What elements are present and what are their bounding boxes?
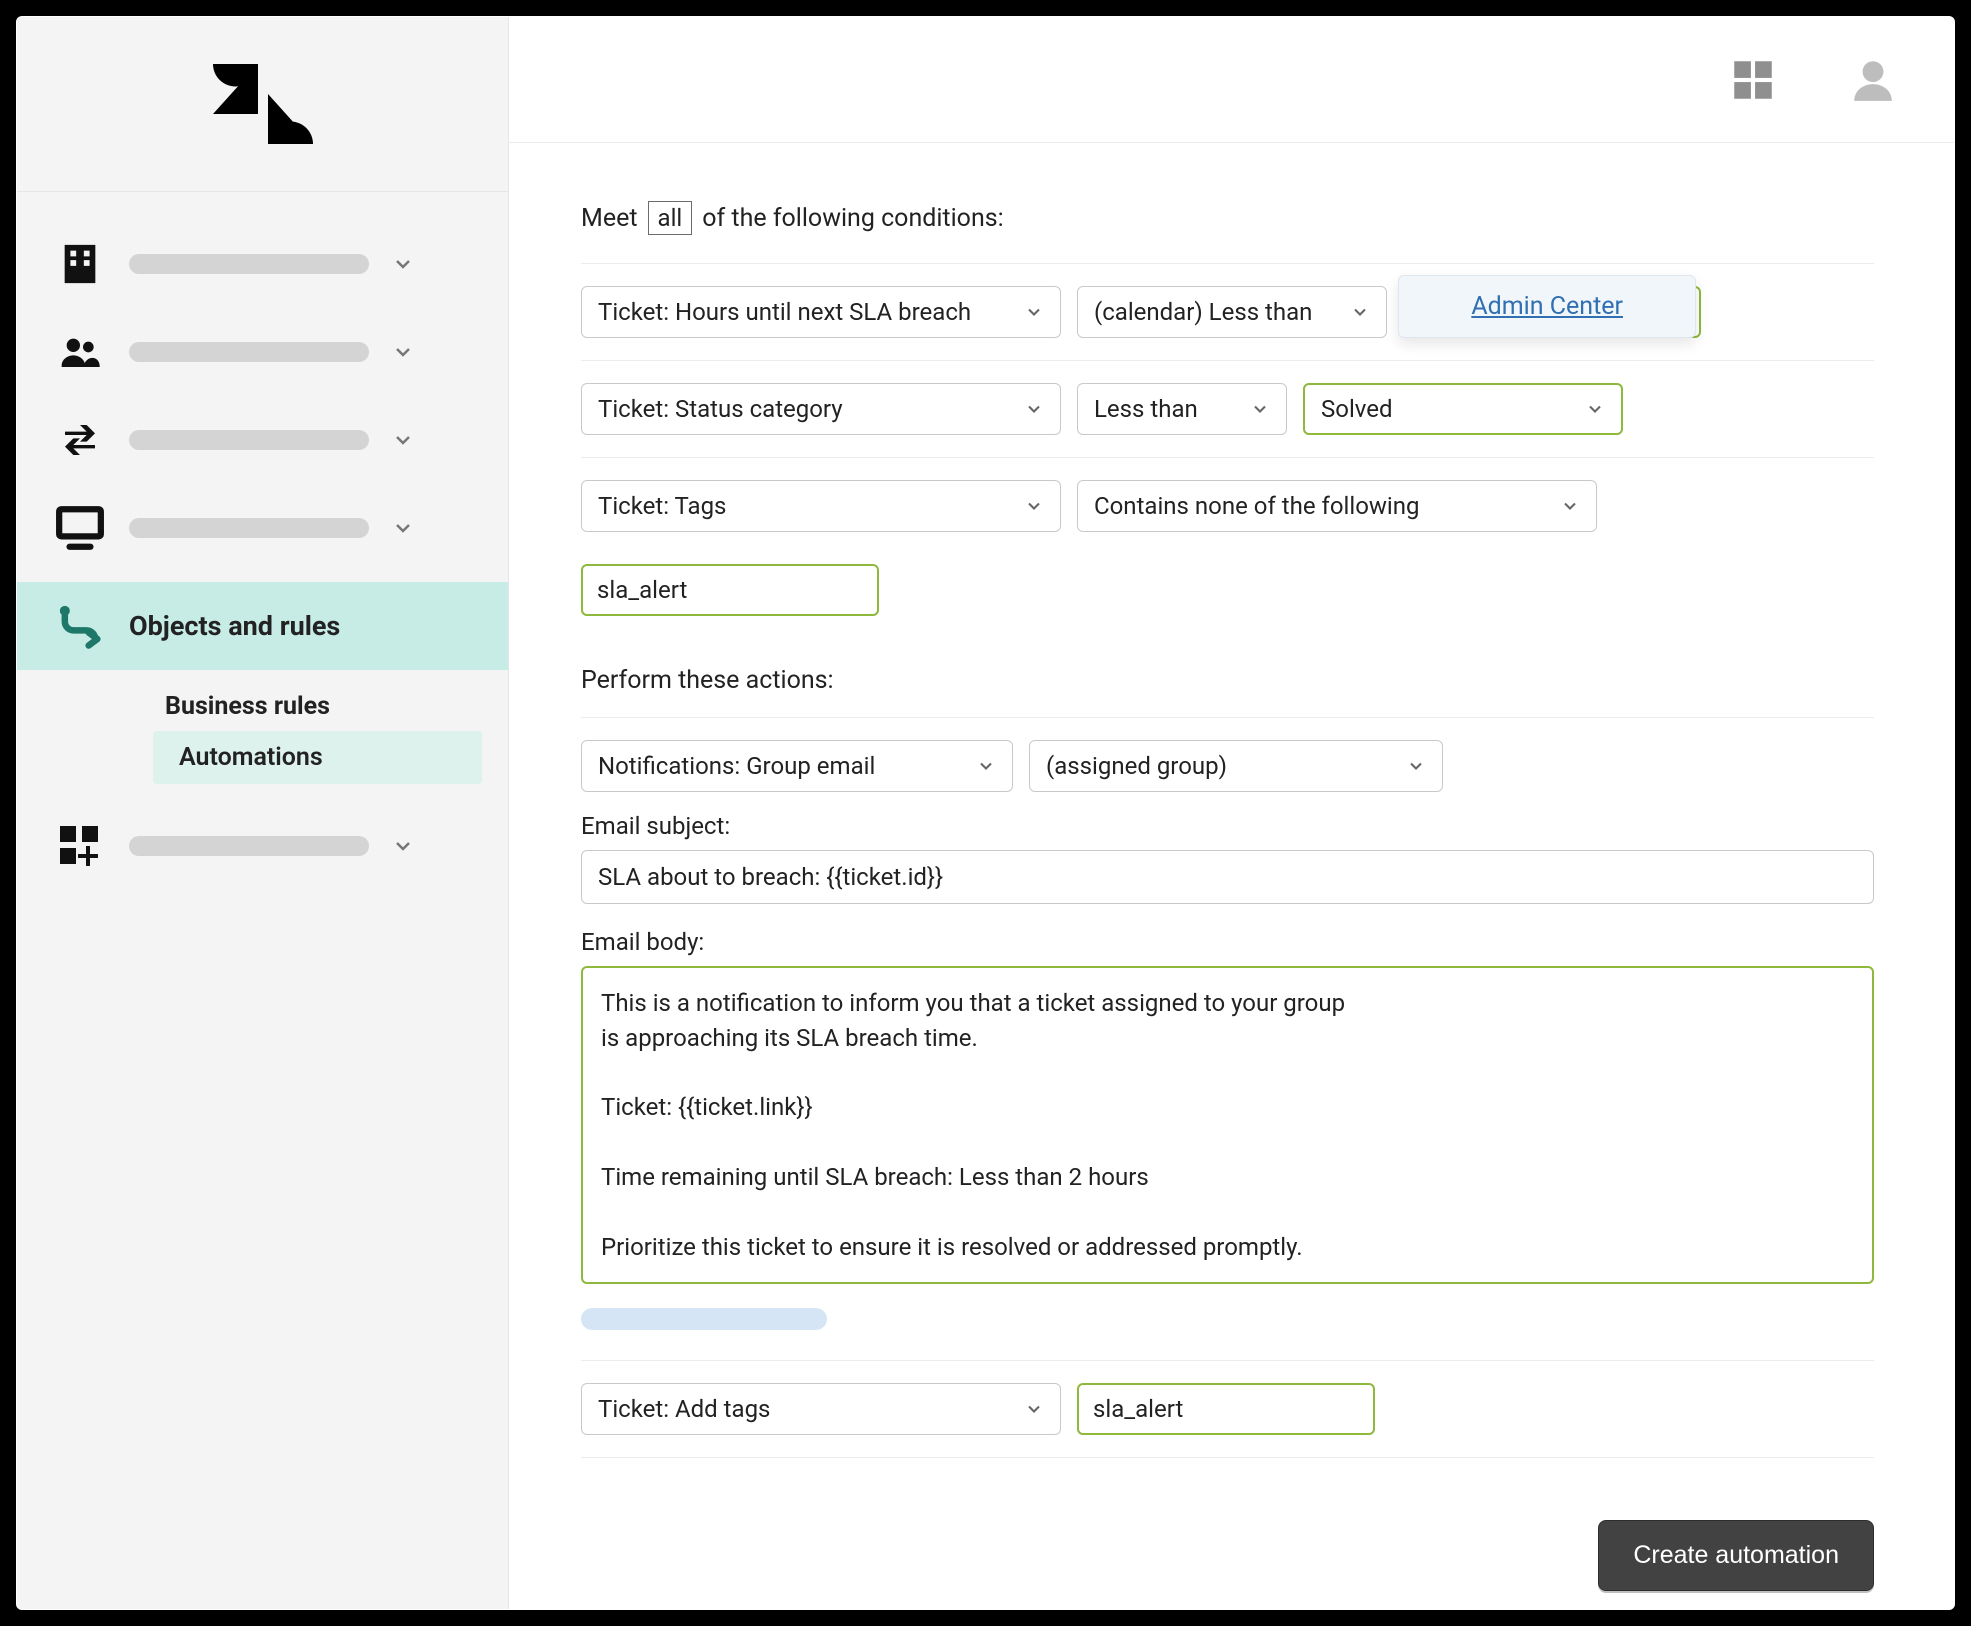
select-value: Ticket: Add tags bbox=[598, 1395, 770, 1423]
select-value: Ticket: Status category bbox=[598, 395, 843, 423]
zendesk-logo-icon bbox=[213, 64, 313, 144]
select-value: (calendar) Less than bbox=[1094, 298, 1312, 326]
input-value: sla_alert bbox=[597, 576, 687, 604]
sidebar-item-label-placeholder bbox=[129, 254, 369, 274]
divider bbox=[581, 717, 1874, 718]
action-row-tags: Ticket: Add tags sla_alert bbox=[581, 1383, 1874, 1435]
chevron-down-icon bbox=[391, 252, 415, 276]
content: Admin Center Meet all of the following c… bbox=[509, 143, 1954, 1609]
sidebar-item-transfers[interactable] bbox=[17, 396, 508, 484]
email-body-label: Email body: bbox=[581, 928, 1874, 956]
placeholder-chip[interactable] bbox=[581, 1308, 827, 1330]
select-value: Less than bbox=[1094, 395, 1198, 423]
input-value: SLA about to breach: {{ticket.id}} bbox=[598, 863, 943, 891]
divider bbox=[581, 360, 1874, 361]
admin-center-link[interactable]: Admin Center bbox=[1471, 292, 1623, 321]
chevron-down-icon bbox=[1560, 496, 1580, 516]
email-body-textarea[interactable]: This is a notification to inform you tha… bbox=[581, 966, 1874, 1284]
sidebar-item-label-placeholder bbox=[129, 836, 369, 856]
divider bbox=[581, 1457, 1874, 1458]
condition-value-select[interactable]: Solved bbox=[1303, 383, 1623, 435]
main: Admin Center Meet all of the following c… bbox=[509, 17, 1954, 1609]
chevron-down-icon bbox=[391, 834, 415, 858]
chevron-down-icon bbox=[976, 756, 996, 776]
chevron-down-icon bbox=[1406, 756, 1426, 776]
monitor-icon bbox=[53, 502, 107, 554]
action-target-select[interactable]: (assigned group) bbox=[1029, 740, 1443, 792]
conditions-heading-post: of the following conditions: bbox=[702, 204, 1003, 233]
create-automation-button[interactable]: Create automation bbox=[1598, 1520, 1874, 1591]
action-field-select[interactable]: Ticket: Add tags bbox=[581, 1383, 1061, 1435]
apps-plus-icon bbox=[53, 820, 107, 872]
sidebar-item-label-placeholder bbox=[129, 430, 369, 450]
condition-row: Ticket: Status category Less than Solved bbox=[581, 383, 1874, 435]
sidebar: Objects and rules Business rules Automat… bbox=[17, 17, 509, 1609]
select-value: Solved bbox=[1321, 395, 1393, 423]
chevron-down-icon bbox=[391, 428, 415, 452]
chevron-down-icon bbox=[1024, 1399, 1044, 1419]
brand-logo-row bbox=[17, 17, 508, 192]
sidebar-item-objects-and-rules[interactable]: Objects and rules bbox=[17, 582, 508, 670]
topbar bbox=[509, 17, 1954, 143]
select-value: Ticket: Hours until next SLA breach bbox=[598, 298, 971, 326]
select-value: Contains none of the following bbox=[1094, 492, 1420, 520]
divider bbox=[581, 457, 1874, 458]
divider bbox=[581, 263, 1874, 264]
actions-heading: Perform these actions: bbox=[581, 666, 1874, 695]
arrows-icon bbox=[53, 414, 107, 466]
chevron-down-icon bbox=[1250, 399, 1270, 419]
sidebar-item-apps[interactable] bbox=[17, 802, 508, 890]
sidebar-item-channels[interactable] bbox=[17, 484, 508, 572]
sidebar-item-people[interactable] bbox=[17, 308, 508, 396]
condition-operator-select[interactable]: Less than bbox=[1077, 383, 1287, 435]
user-avatar-icon[interactable] bbox=[1848, 55, 1898, 105]
conditions-heading: Meet all of the following conditions: bbox=[581, 201, 1874, 235]
sidebar-item-label: Objects and rules bbox=[129, 610, 340, 642]
chevron-down-icon bbox=[1350, 302, 1370, 322]
action-row-notify: Notifications: Group email (assigned gro… bbox=[581, 740, 1874, 792]
condition-field-select[interactable]: Ticket: Hours until next SLA breach bbox=[581, 286, 1061, 338]
conditions-heading-pre: Meet bbox=[581, 204, 638, 233]
sidebar-nav: Objects and rules Business rules Automat… bbox=[17, 192, 508, 890]
condition-operator-select[interactable]: (calendar) Less than bbox=[1077, 286, 1387, 338]
sidebar-sub-item-automations[interactable]: Automations bbox=[153, 731, 482, 784]
action-tag-input[interactable]: sla_alert bbox=[1077, 1383, 1375, 1435]
select-value: Notifications: Group email bbox=[598, 752, 875, 780]
condition-field-select[interactable]: Ticket: Tags bbox=[581, 480, 1061, 532]
sidebar-item-company[interactable] bbox=[17, 220, 508, 308]
email-subject-label: Email subject: bbox=[581, 812, 1874, 840]
sidebar-sub-heading[interactable]: Business rules bbox=[47, 682, 508, 731]
chevron-down-icon bbox=[391, 340, 415, 364]
condition-tag-input[interactable]: sla_alert bbox=[581, 564, 879, 616]
condition-row: Ticket: Tags Contains none of the follow… bbox=[581, 480, 1874, 616]
chevron-down-icon bbox=[1024, 496, 1044, 516]
people-icon bbox=[53, 326, 107, 378]
chevron-down-icon bbox=[1024, 399, 1044, 419]
condition-operator-select[interactable]: Contains none of the following bbox=[1077, 480, 1597, 532]
sidebar-item-label-placeholder bbox=[129, 518, 369, 538]
chevron-down-icon bbox=[1585, 399, 1605, 419]
chevron-down-icon bbox=[1024, 302, 1044, 322]
select-value: (assigned group) bbox=[1046, 752, 1227, 780]
footer: Create automation bbox=[581, 1480, 1874, 1591]
route-icon bbox=[53, 600, 107, 652]
sidebar-subnav: Business rules Automations bbox=[17, 670, 508, 790]
building-icon bbox=[53, 238, 107, 290]
condition-field-select[interactable]: Ticket: Status category bbox=[581, 383, 1061, 435]
divider bbox=[581, 1360, 1874, 1361]
select-value: Ticket: Tags bbox=[598, 492, 726, 520]
chevron-down-icon bbox=[391, 516, 415, 540]
conditions-mode[interactable]: all bbox=[648, 201, 693, 235]
sidebar-item-label-placeholder bbox=[129, 342, 369, 362]
email-subject-input[interactable]: SLA about to breach: {{ticket.id}} bbox=[581, 850, 1874, 904]
input-value: sla_alert bbox=[1093, 1395, 1183, 1423]
admin-center-popover: Admin Center bbox=[1398, 275, 1696, 338]
action-type-select[interactable]: Notifications: Group email bbox=[581, 740, 1013, 792]
apps-grid-icon[interactable] bbox=[1728, 55, 1778, 105]
